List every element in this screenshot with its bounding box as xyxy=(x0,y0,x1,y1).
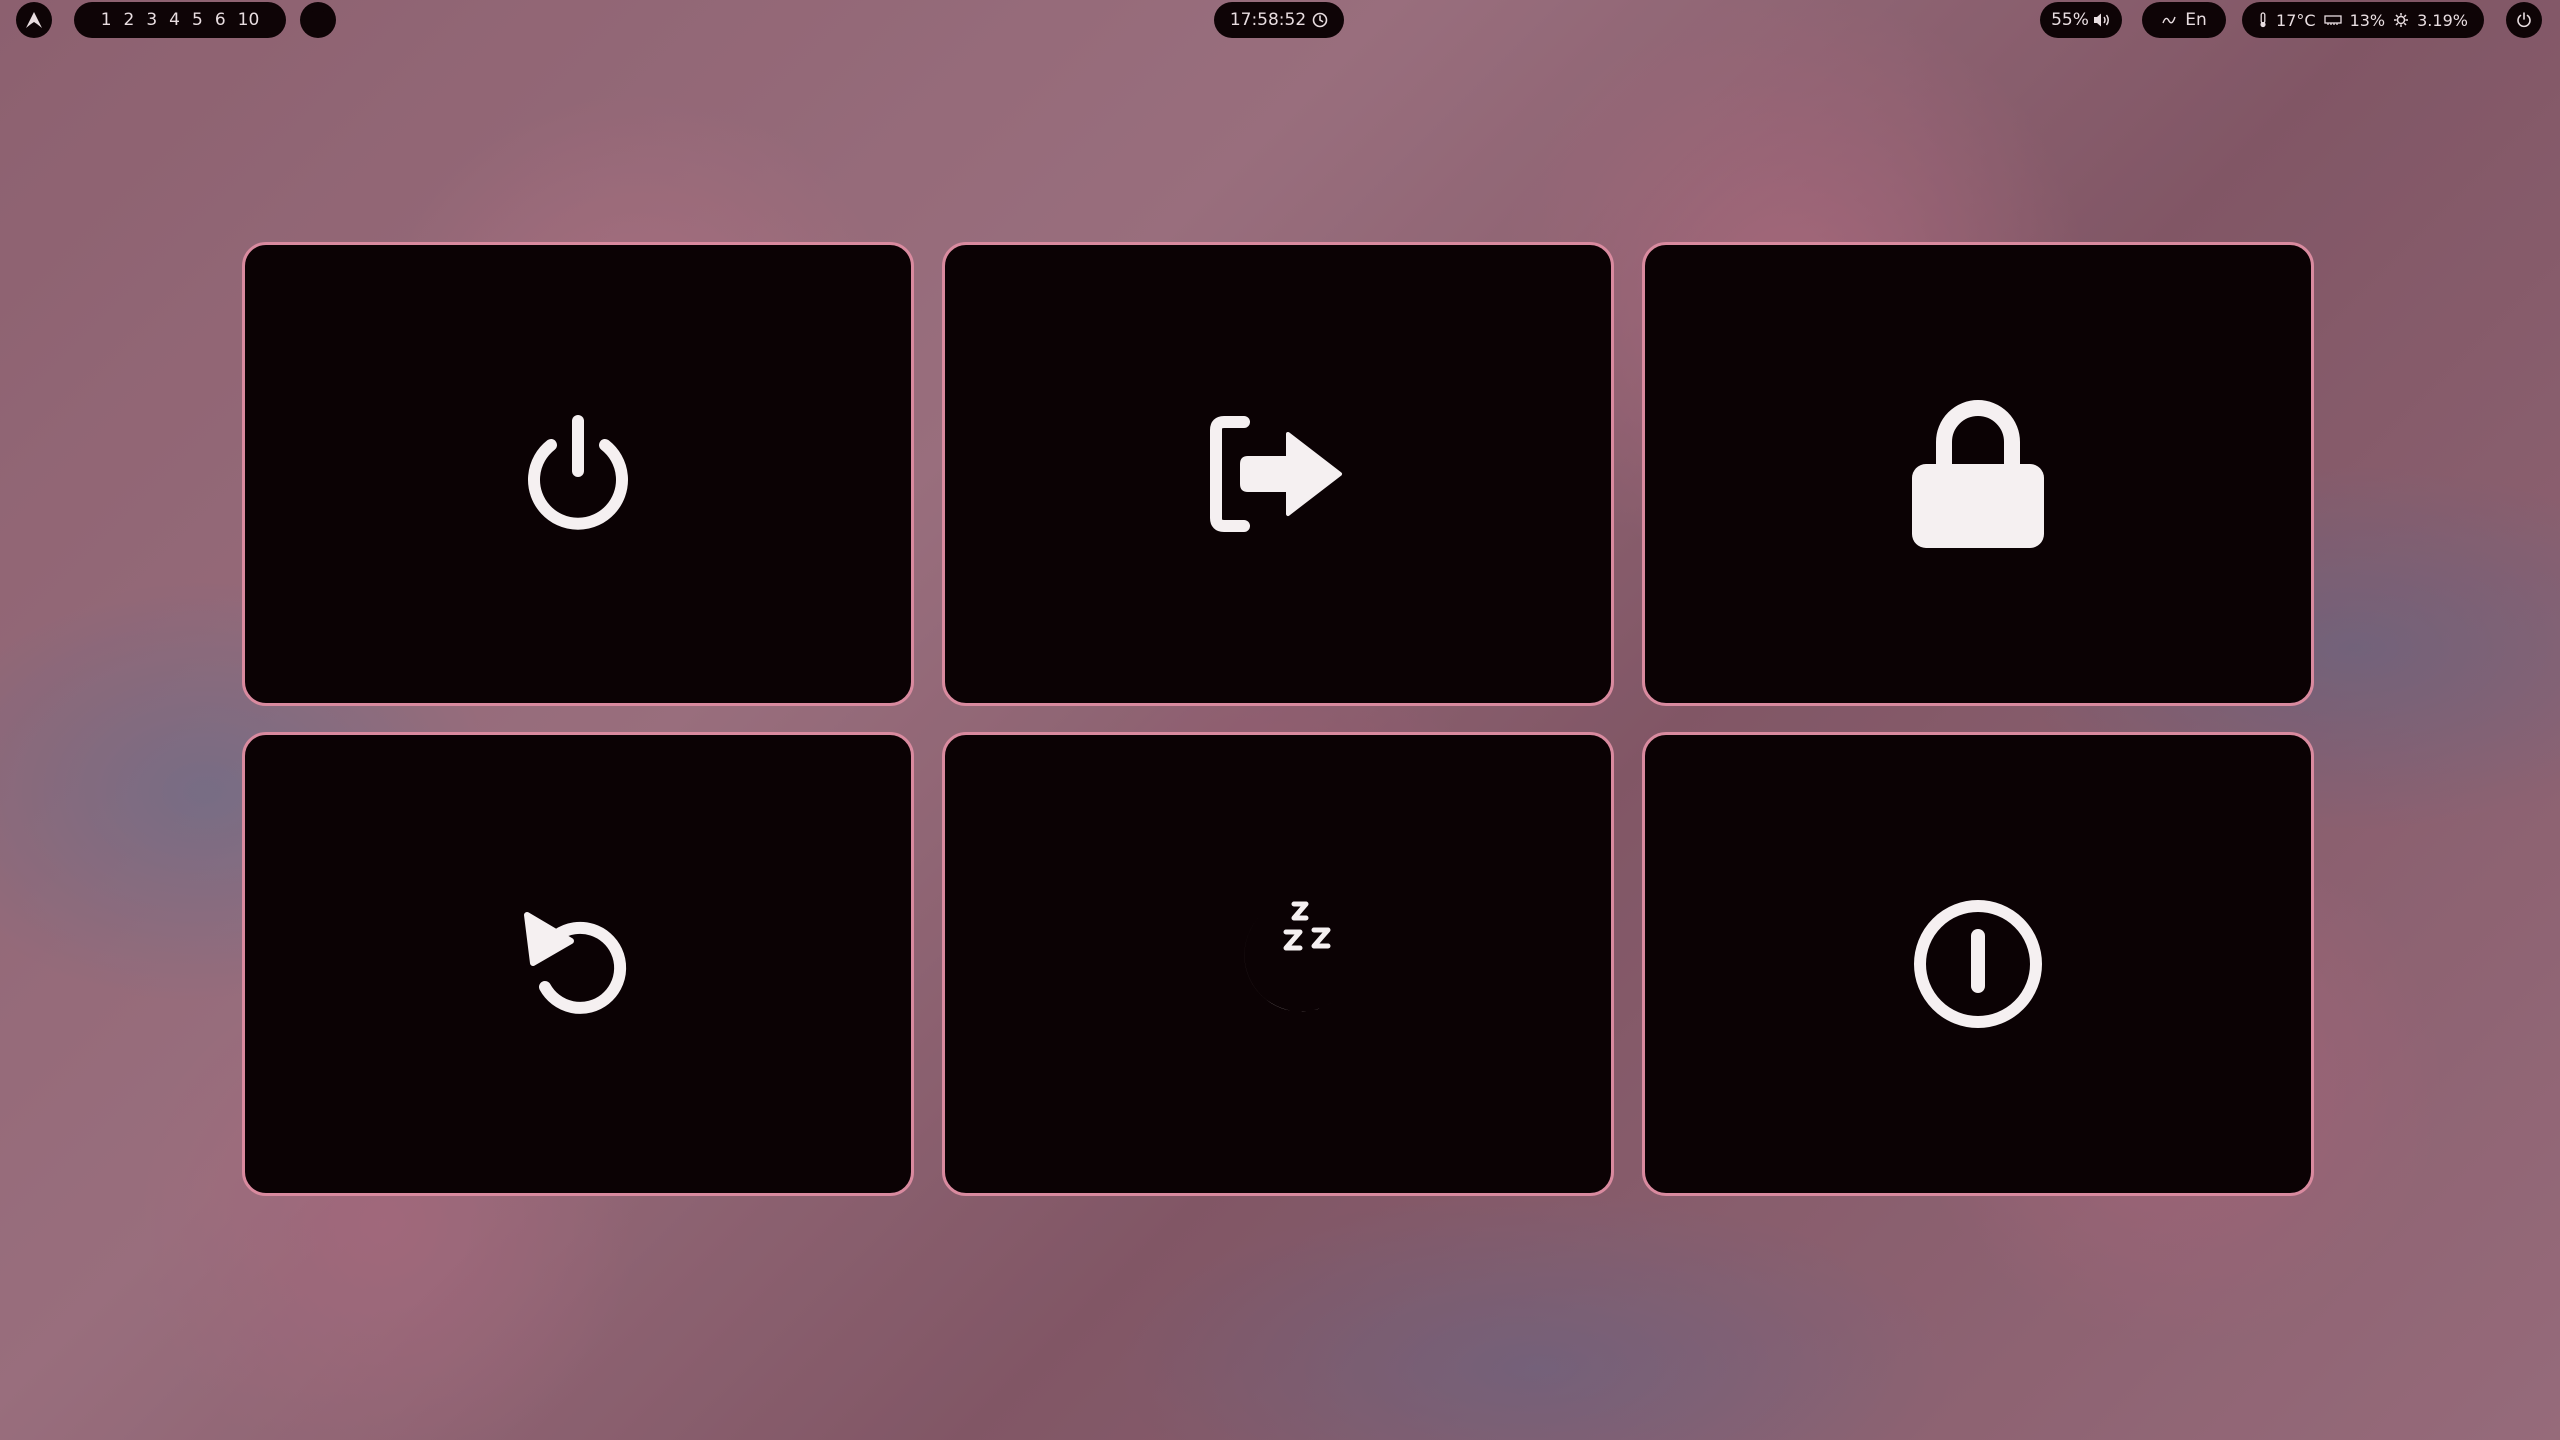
shutdown-button[interactable] xyxy=(242,242,914,706)
cpu-value: 3.19% xyxy=(2417,10,2468,30)
logout-icon xyxy=(1208,414,1348,534)
power-icon xyxy=(513,409,643,539)
workspace-2[interactable]: 2 xyxy=(124,10,135,30)
volume-value: 55% xyxy=(2051,10,2089,30)
clock-icon xyxy=(1312,12,1328,28)
workspace-5[interactable]: 5 xyxy=(192,10,203,30)
lock-icon xyxy=(1908,394,2048,554)
logout-button[interactable] xyxy=(942,242,1614,706)
thermometer-icon xyxy=(2258,12,2268,28)
clock-widget[interactable]: 17:58:52 xyxy=(1214,2,1344,38)
hibernate-button[interactable] xyxy=(1642,732,2314,1196)
workspace-switcher: 1 2 3 4 5 6 10 xyxy=(74,2,286,38)
workspace-6[interactable]: 6 xyxy=(215,10,226,30)
sleep-moon-icon xyxy=(1208,894,1348,1034)
power-menu-grid xyxy=(242,242,2318,1200)
keyboard-icon xyxy=(2161,13,2177,27)
power-icon xyxy=(2515,11,2533,29)
power-menu-button[interactable] xyxy=(2506,2,2542,38)
system-stats-widget[interactable]: 17°C 13% 3.19% xyxy=(2242,2,2484,38)
top-bar: 1 2 3 4 5 6 10 17:58:52 55% En 17°C 13% … xyxy=(0,0,2560,40)
circle-icon xyxy=(307,9,329,31)
cpu-icon xyxy=(2393,12,2409,28)
temperature-value: 17°C xyxy=(2276,10,2316,30)
memory-icon xyxy=(2323,14,2342,26)
workspace-4[interactable]: 4 xyxy=(169,10,180,30)
arch-logo-icon xyxy=(24,10,44,30)
workspace-3[interactable]: 3 xyxy=(146,10,157,30)
workspace-1[interactable]: 1 xyxy=(101,10,112,30)
reboot-icon xyxy=(513,899,643,1029)
workspace-indicator[interactable] xyxy=(300,2,336,38)
workspace-10[interactable]: 10 xyxy=(238,10,260,30)
launcher-button[interactable] xyxy=(16,2,52,38)
reboot-button[interactable] xyxy=(242,732,914,1196)
keyboard-layout-label: En xyxy=(2185,10,2207,30)
hibernate-icon xyxy=(1910,896,2046,1032)
speaker-icon xyxy=(2093,12,2111,28)
lock-button[interactable] xyxy=(1642,242,2314,706)
clock-time: 17:58:52 xyxy=(1229,10,1307,30)
volume-widget[interactable]: 55% xyxy=(2040,2,2122,38)
memory-value: 13% xyxy=(2349,10,2386,30)
keyboard-layout-widget[interactable]: En xyxy=(2142,2,2226,38)
suspend-button[interactable] xyxy=(942,732,1614,1196)
